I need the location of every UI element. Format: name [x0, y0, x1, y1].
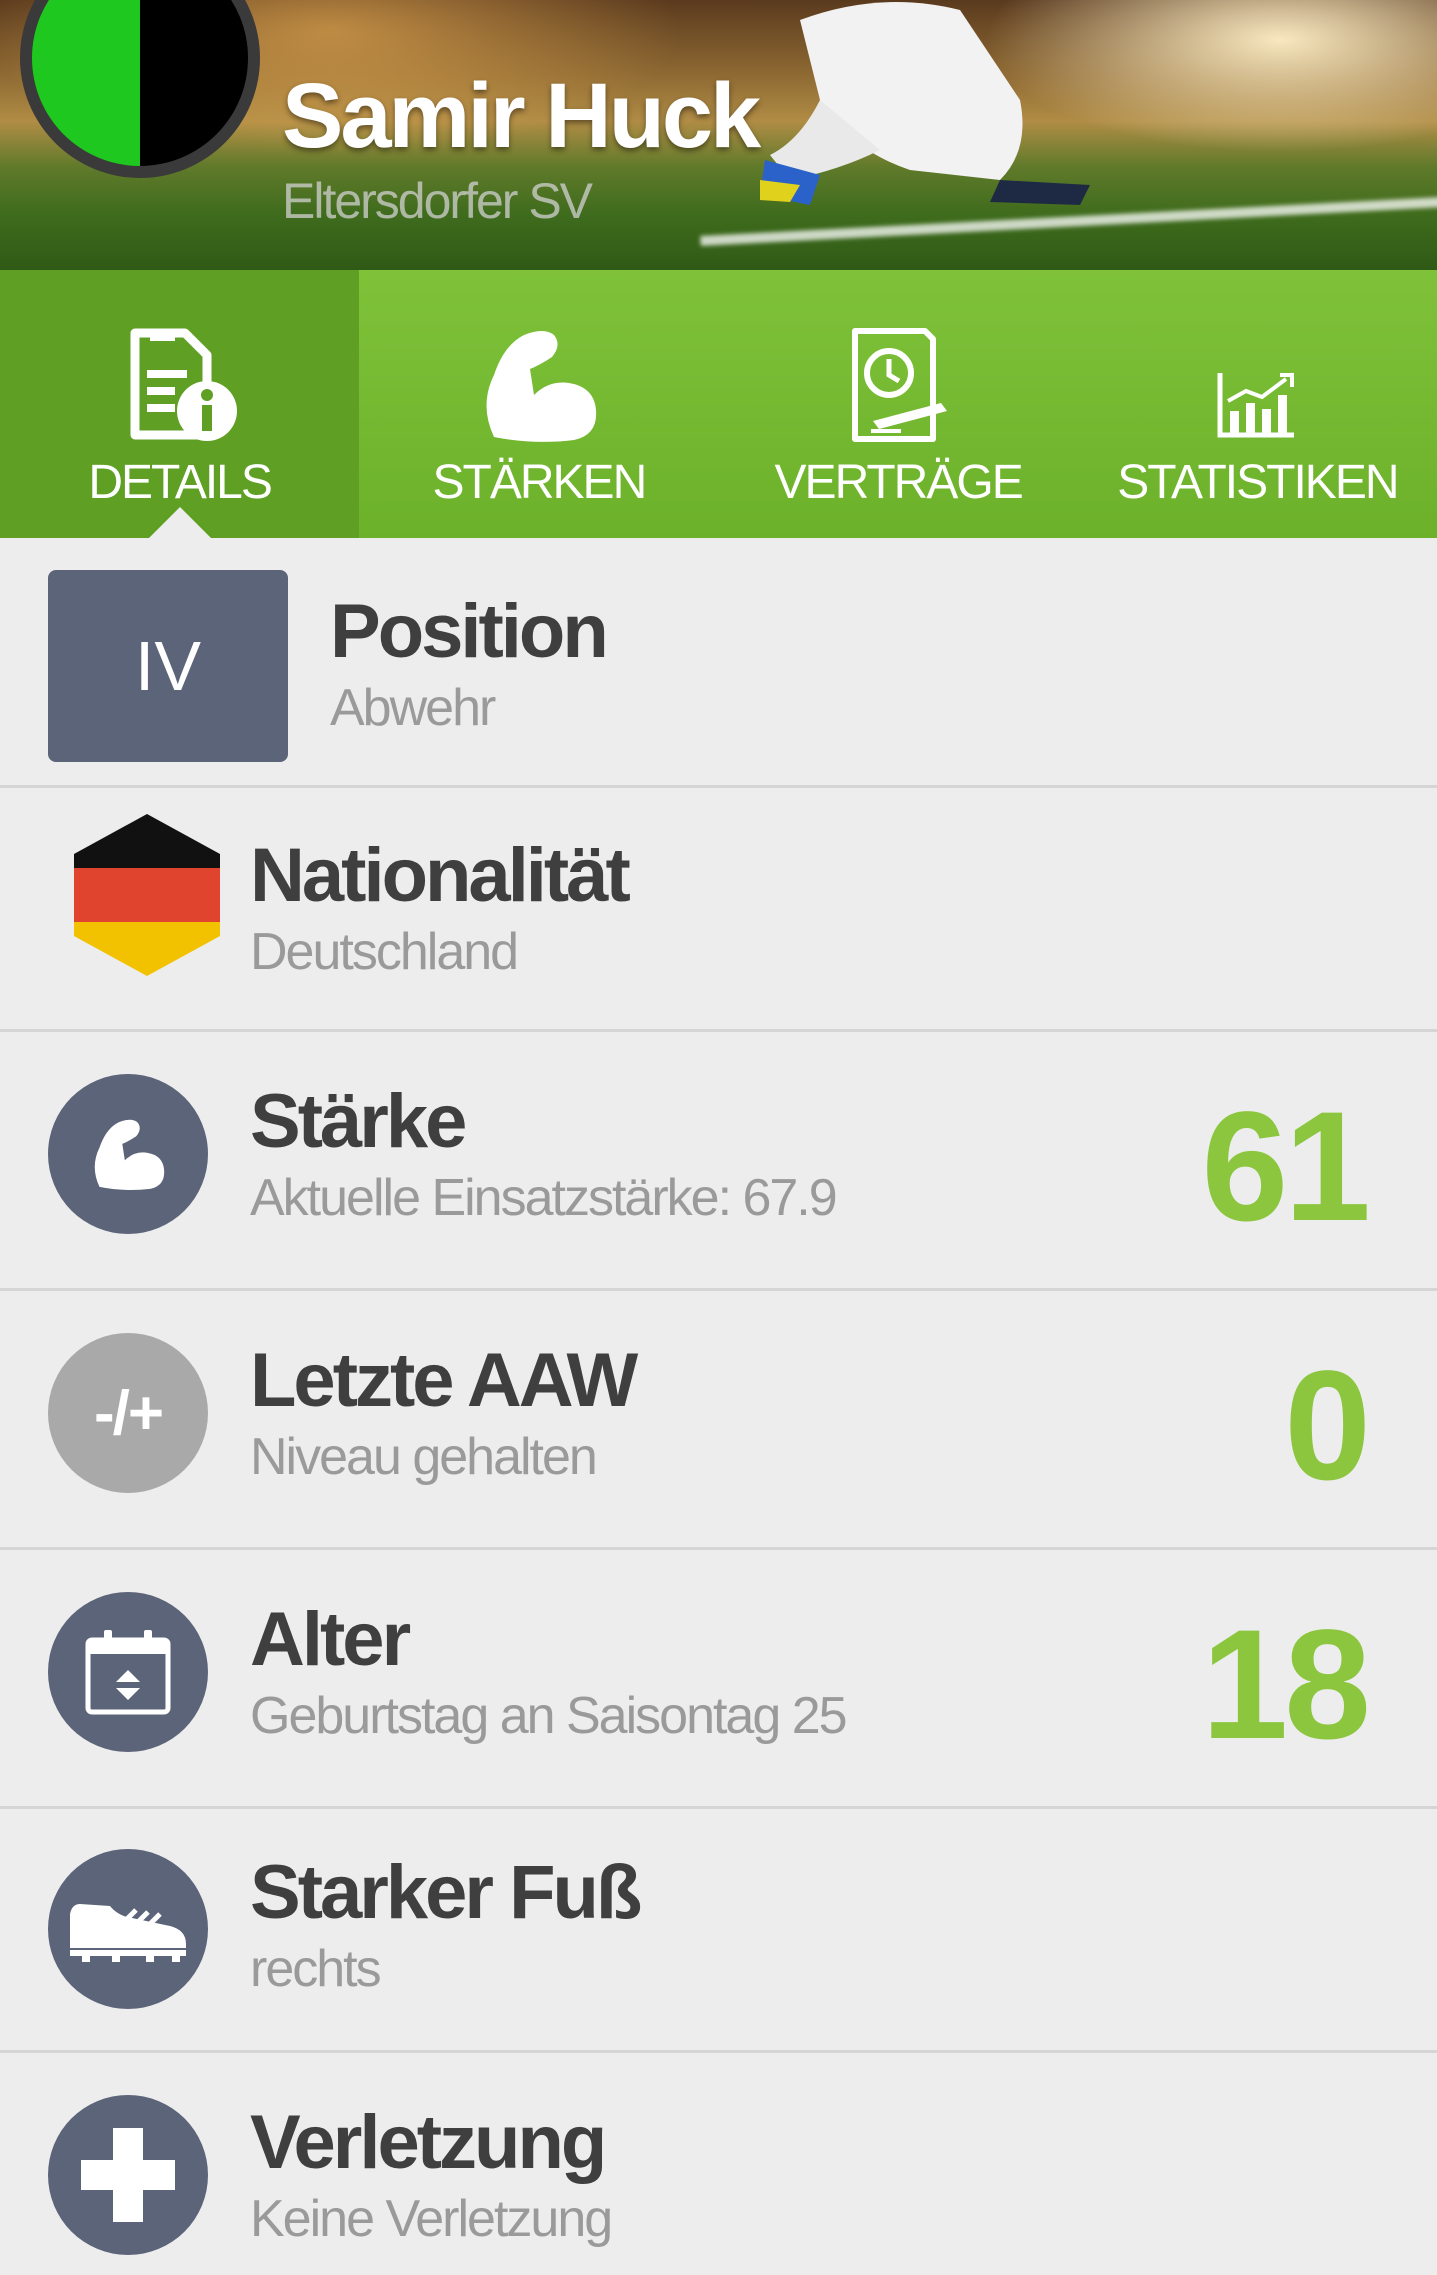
flexed-arm-icon	[94, 1119, 165, 1191]
foot-title: Starker Fuß	[250, 1850, 642, 1935]
position-title: Position	[330, 589, 609, 674]
detail-row-position[interactable]: IV Position Abwehr	[0, 538, 1437, 788]
football-boot-icon	[70, 1904, 186, 1962]
injury-title: Verletzung	[250, 2100, 607, 2185]
tab-details[interactable]: DETAILS	[0, 270, 360, 539]
tab-vertraege-label: VERTRÄGE	[774, 456, 1024, 509]
strength-circle	[48, 1074, 208, 1234]
aaw-subtitle: Niveau gehalten	[250, 1428, 598, 1486]
club-crest-colors	[32, 0, 248, 166]
tab-bar: DETAILS STÄRKEN VERTRÄGE STATISTIKEN	[0, 270, 1437, 539]
age-circle	[48, 1592, 208, 1752]
nationality-title: Nationalität	[250, 833, 631, 918]
detail-row-injury[interactable]: Verletzung Keine Verletzung	[0, 2053, 1437, 2273]
header-background-player-image	[760, 2, 1090, 205]
tab-details-label: DETAILS	[88, 456, 272, 509]
player-details-list: IV Position Abwehr Nationalität Deutschl…	[0, 538, 1437, 2273]
player-name: Samir Huck	[282, 65, 761, 167]
detail-row-last-aaw[interactable]: -/+ Letzte AAW Niveau gehalten 0	[0, 1291, 1437, 1550]
strength-subtitle: Aktuelle Einsatzstärke: 67.9	[250, 1169, 838, 1227]
tab-staerken[interactable]: STÄRKEN	[359, 270, 718, 538]
foot-value: rechts	[250, 1940, 382, 1998]
medical-cross-icon	[81, 2128, 175, 2222]
tab-statistiken-label: STATISTIKEN	[1117, 456, 1399, 509]
detail-row-nationality[interactable]: Nationalität Deutschland	[0, 788, 1437, 1032]
germany-flag-icon	[74, 814, 220, 976]
foot-circle	[48, 1849, 208, 2009]
calendar-icon	[85, 1630, 171, 1715]
tab-staerken-label: STÄRKEN	[432, 456, 648, 509]
detail-row-age[interactable]: Alter Geburtstag an Saisontag 25 18	[0, 1550, 1437, 1809]
details-document-info-icon	[115, 305, 245, 445]
contract-clock-icon	[833, 305, 963, 445]
aaw-circle: -/+	[48, 1333, 208, 1493]
strength-title: Stärke	[250, 1079, 467, 1164]
strength-value: 61	[1201, 1080, 1371, 1254]
injury-circle	[48, 2095, 208, 2255]
aaw-title: Letzte AAW	[250, 1338, 638, 1423]
aaw-value: 0	[1284, 1339, 1371, 1513]
age-value: 18	[1201, 1598, 1371, 1772]
flexed-arm-icon	[474, 305, 604, 445]
age-subtitle: Geburtstag an Saisontag 25	[250, 1687, 848, 1745]
tab-statistiken[interactable]: STATISTIKEN	[1078, 270, 1437, 538]
player-header: Samir Huck Eltersdorfer SV	[0, 0, 1437, 270]
tab-vertraege[interactable]: VERTRÄGE	[719, 270, 1078, 538]
detail-row-strong-foot[interactable]: Starker Fuß rechts	[0, 1809, 1437, 2053]
position-badge: IV	[48, 570, 288, 762]
bar-chart-icon	[1212, 305, 1302, 445]
club-crest	[20, 0, 260, 178]
aaw-badge: -/+	[93, 1378, 164, 1448]
nationality-value: Deutschland	[250, 923, 519, 981]
club-name[interactable]: Eltersdorfer SV	[282, 172, 593, 230]
age-title: Alter	[250, 1597, 411, 1682]
detail-row-strength[interactable]: Stärke Aktuelle Einsatzstärke: 67.9 61	[0, 1032, 1437, 1291]
injury-value: Keine Verletzung	[250, 2190, 613, 2248]
position-value: Abwehr	[330, 679, 496, 737]
